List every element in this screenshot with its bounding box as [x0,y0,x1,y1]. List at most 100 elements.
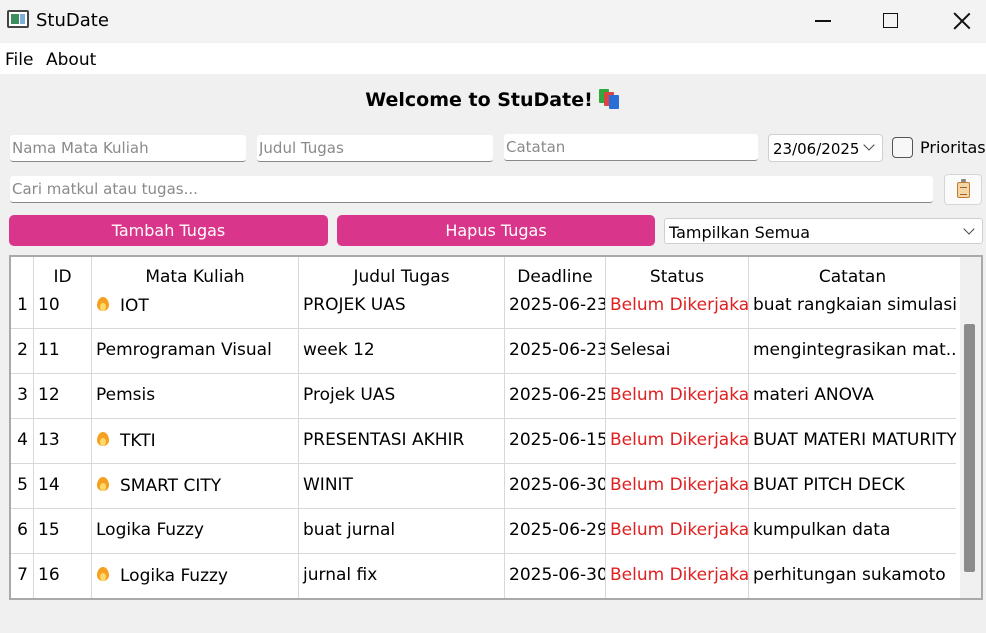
cell-judul-tugas[interactable]: PROJEK UAS [299,284,505,329]
cell-catatan[interactable]: perhitungan sukamoto [749,554,956,598]
table-row[interactable]: 2 11 Pemrograman Visual week 12 2025-06-23 Se… [11,329,956,374]
books-icon [598,89,621,109]
cell-id-text: 12 [38,385,60,405]
cell-judul-tugas[interactable]: week 12 [299,329,505,374]
cell-id[interactable]: 13 [34,419,92,464]
title-bar: StuDate [0,0,986,42]
cell-mata-kuliah[interactable]: Pemsis [92,374,299,419]
cell-status-text: Belum Dikerjakan [610,430,749,450]
cell-id[interactable]: 14 [34,464,92,509]
clipboard-icon [957,179,970,198]
cell-judul-tugas[interactable]: buat jurnal [299,509,505,554]
cell-catatan[interactable]: mengintegrasikan mat... [749,329,956,374]
cell-status[interactable]: Belum Dikerjakan [606,464,749,509]
clipboard-button[interactable] [944,174,982,205]
maximize-button[interactable] [866,0,912,42]
cell-mata-kuliah[interactable]: SMART CITY [92,464,299,509]
cell-catatan[interactable]: materi ANOVA [749,374,956,419]
cell-catatan[interactable]: BUAT MATERI MATURITY [749,419,956,464]
cell-catatan[interactable]: kumpulkan data [749,509,956,554]
table-row[interactable]: 3 12 Pemsis Projek UAS 2025-06-25 Belum Diker… [11,374,956,419]
cell-deadline-text: 2025-06-23 [509,295,606,315]
cell-mata-kuliah[interactable]: TKTI [92,419,299,464]
welcome-text: Welcome to StuDate! [365,89,593,111]
cell-catatan[interactable]: buat rangkaian simulasi [749,284,956,329]
close-icon [953,12,971,30]
row-number: 6 [17,520,28,540]
table-row[interactable]: 5 14 SMART CITY WINIT 2025-06-30 Belum Dikerj… [11,464,956,509]
cell-catatan[interactable]: BUAT PITCH DECK [749,464,956,509]
tambah-tugas-button[interactable]: Tambah Tugas [9,215,328,246]
cell-catatan-text: mengintegrasikan mat... [753,340,956,360]
cell-deadline-text: 2025-06-15 [509,430,606,450]
cell-id-text: 16 [38,565,60,585]
chevron-down-icon [863,139,875,151]
cell-deadline-text: 2025-06-23 [509,340,606,360]
cell-mata-kuliah[interactable]: IOT [92,284,299,329]
cell-judul-tugas-text: week 12 [303,340,375,360]
cell-status[interactable]: Belum Dikerjakan [606,284,749,329]
cell-mata-kuliah-text: Pemsis [96,385,156,405]
minimize-button[interactable] [799,0,845,42]
table-row[interactable]: 4 13 TKTI PRESENTASI AKHIR 2025-06-15 Belum D… [11,419,956,464]
cell-mata-kuliah[interactable]: Pemrograman Visual [92,329,299,374]
cell-mata-kuliah-text: Logika Fuzzy [96,520,204,540]
mata-kuliah-input[interactable] [10,135,246,162]
cell-status[interactable]: Selesai [606,329,749,374]
minimize-icon [815,20,831,22]
prioritas-checkbox[interactable] [892,137,913,158]
cell-status-text: Belum Dikerjakan [610,520,749,540]
cell-judul-tugas[interactable]: jurnal fix [299,554,505,598]
cell-deadline[interactable]: 2025-06-23 [505,284,606,329]
cell-judul-tugas-text: PRESENTASI AKHIR [303,430,465,450]
cell-id[interactable]: 16 [34,554,92,598]
cell-mata-kuliah[interactable]: Logika Fuzzy [92,509,299,554]
cell-status-text: Belum Dikerjakan [610,295,749,315]
cell-catatan-text: BUAT PITCH DECK [753,475,905,495]
cell-mata-kuliah-text: IOT [120,296,149,316]
cell-id[interactable]: 10 [34,284,92,329]
row-number: 1 [17,295,28,315]
cell-judul-tugas[interactable]: WINIT [299,464,505,509]
cell-mata-kuliah[interactable]: Logika Fuzzy [92,554,299,598]
cell-id[interactable]: 12 [34,374,92,419]
menu-bar: File About [0,43,986,74]
cell-judul-tugas-text: jurnal fix [303,565,378,585]
cell-judul-tugas[interactable]: PRESENTASI AKHIR [299,419,505,464]
filter-selected-value: Tampilkan Semua [669,223,811,242]
cell-judul-tugas-text: Projek UAS [303,385,396,405]
cell-deadline[interactable]: 2025-06-30 [505,554,606,598]
status-filter-select[interactable]: Tampilkan Semua [664,218,983,244]
cell-status[interactable]: Belum Dikerjakan [606,554,749,598]
cell-deadline[interactable]: 2025-06-15 [505,419,606,464]
fire-icon [96,475,110,493]
cell-status[interactable]: Belum Dikerjakan [606,374,749,419]
window-title: StuDate [36,10,109,31]
deadline-date-picker[interactable]: 23/06/2025 [768,134,883,162]
cell-deadline[interactable]: 2025-06-29 [505,509,606,554]
catatan-input[interactable] [504,134,758,161]
cell-judul-tugas[interactable]: Projek UAS [299,374,505,419]
cell-status[interactable]: Belum Dikerjakan [606,419,749,464]
search-input[interactable] [10,176,933,203]
scrollbar-thumb[interactable] [964,324,975,572]
cell-id-text: 13 [38,430,60,450]
cell-id[interactable]: 11 [34,329,92,374]
table-row[interactable]: 7 16 Logika Fuzzy jurnal fix 2025-06-30 Belum… [11,554,956,598]
cell-deadline[interactable]: 2025-06-25 [505,374,606,419]
menu-file[interactable]: File [5,50,33,70]
close-button[interactable] [938,0,984,42]
cell-deadline[interactable]: 2025-06-30 [505,464,606,509]
table-row[interactable]: 6 15 Logika Fuzzy buat jurnal 2025-06-29 Belu… [11,509,956,554]
vertical-scrollbar[interactable] [960,257,981,598]
cell-status[interactable]: Belum Dikerjakan [606,509,749,554]
cell-catatan-text: perhitungan sukamoto [753,565,946,585]
menu-about[interactable]: About [46,50,96,70]
cell-catatan-text: kumpulkan data [753,520,891,540]
cell-status-text: Belum Dikerjakan [610,565,749,585]
hapus-tugas-button[interactable]: Hapus Tugas [337,215,655,246]
cell-deadline[interactable]: 2025-06-23 [505,329,606,374]
judul-tugas-input[interactable] [257,135,493,162]
table-row[interactable]: 1 10 IOT PROJEK UAS 2025-06-23 Belum Dikerjak… [11,284,956,329]
cell-id[interactable]: 15 [34,509,92,554]
